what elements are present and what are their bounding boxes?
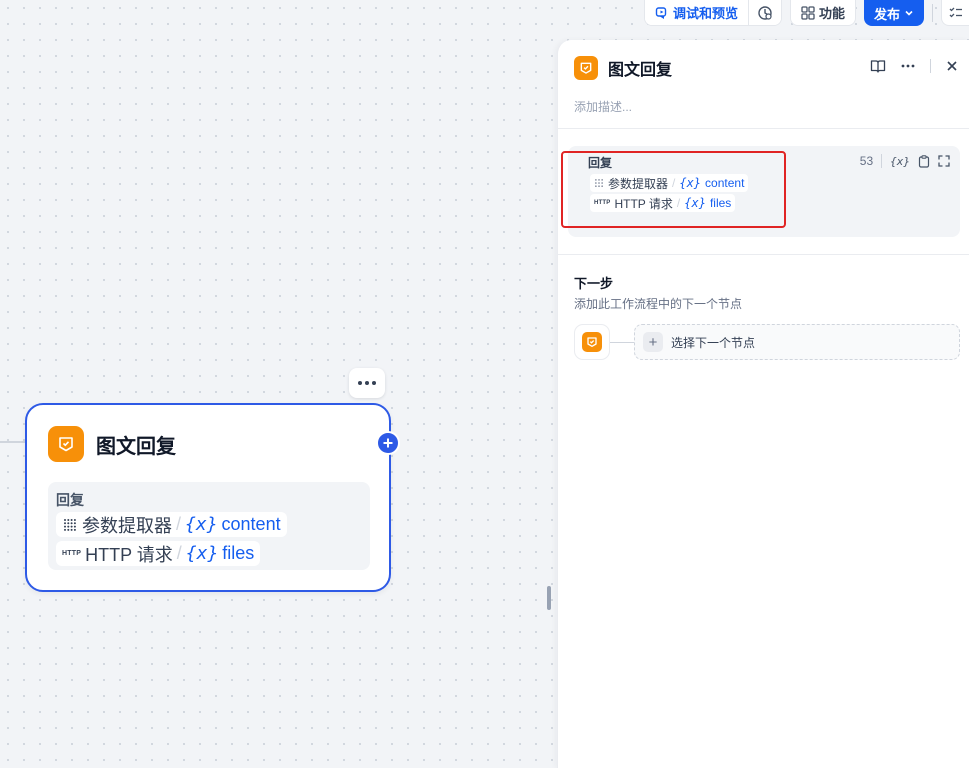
panel-title[interactable]: 图文回复 xyxy=(608,56,672,80)
select-next-label: 选择下一个节点 xyxy=(671,335,756,350)
incoming-edge xyxy=(0,441,25,443)
parameter-extractor-icon xyxy=(595,179,603,187)
answer-node[interactable]: 图文回复 回复 参数提取器 / {x} content HTTP HTTP 请求… xyxy=(25,403,391,592)
more-icon[interactable] xyxy=(900,58,916,74)
var-source: HTTP 请求 xyxy=(85,544,173,565)
reply-toolbar: 53 {x} xyxy=(860,154,950,168)
next-step-title: 下一步 xyxy=(574,276,614,291)
variable-icon: {x} xyxy=(684,196,706,210)
var-separator: / xyxy=(672,176,676,190)
http-icon: HTTP xyxy=(594,200,611,206)
node-header: 图文回复 xyxy=(48,426,176,462)
char-count: 53 xyxy=(859,154,874,168)
node-more-button[interactable] xyxy=(349,368,385,398)
var-name: content xyxy=(221,514,281,534)
more-dot-icon xyxy=(372,381,376,385)
expand-icon[interactable] xyxy=(938,155,950,167)
chevron-down-icon xyxy=(905,10,913,16)
variable-icon: {x} xyxy=(679,176,702,190)
insert-variable-icon[interactable]: {x} xyxy=(890,155,910,168)
var-separator: / xyxy=(176,543,182,563)
node-title: 图文回复 xyxy=(96,435,176,458)
current-node-badge xyxy=(574,324,610,360)
connector-line xyxy=(610,341,634,343)
book-icon[interactable] xyxy=(870,58,886,74)
node-var-row: 参数提取器 / {x} content xyxy=(56,512,362,541)
var-chip: HTTP HTTP 请求 / {x} files xyxy=(56,541,261,566)
publish-button[interactable]: 发布 xyxy=(863,0,924,26)
var-chip: HTTP HTTP 请求 / {x} files xyxy=(590,194,736,212)
panel-resize-handle[interactable] xyxy=(547,586,551,610)
http-icon: HTTP xyxy=(62,550,82,557)
plus-icon xyxy=(383,438,393,448)
var-separator: / xyxy=(676,196,681,210)
panel-header: 图文回复 xyxy=(574,56,672,80)
var-chip: 参数提取器 / {x} content xyxy=(56,512,287,537)
node-config-panel: 图文回复 添加描述... 回复 53 {x} 参数提取器 / {x} conte… xyxy=(557,40,969,768)
reply-label: 回复 xyxy=(588,156,613,170)
debug-preview-button[interactable]: 调试和预览 xyxy=(644,0,748,25)
var-chip: 参数提取器 / {x} content xyxy=(590,174,749,192)
select-next-node-button[interactable]: + 选择下一个节点 xyxy=(634,324,960,360)
grid-icon xyxy=(801,5,815,20)
reply-var-row: 参数提取器 / {x} content xyxy=(590,174,749,194)
actions-divider xyxy=(930,59,931,73)
publish-label: 发布 xyxy=(873,6,900,22)
answer-node-icon xyxy=(48,426,84,462)
reply-var-row: HTTP HTTP 请求 / {x} files xyxy=(590,194,748,214)
clock-check-icon xyxy=(758,5,772,20)
var-source: HTTP 请求 xyxy=(614,196,673,211)
answer-node-icon xyxy=(582,332,602,352)
more-dot-icon xyxy=(365,381,369,385)
next-step-description: 添加此工作流程中的下一个节点 xyxy=(574,297,743,311)
next-step-row: + 选择下一个节点 xyxy=(574,324,960,360)
add-next-node-handle[interactable] xyxy=(376,431,400,455)
debug-group: 调试和预览 xyxy=(643,0,782,26)
plus-icon: + xyxy=(643,332,663,352)
checklist-toggle[interactable] xyxy=(941,0,969,26)
divider xyxy=(558,128,969,129)
features-label: 功能 xyxy=(818,6,845,21)
node-var-row: HTTP HTTP 请求 / {x} files xyxy=(56,541,362,570)
debug-preview-label: 调试和预览 xyxy=(672,6,738,21)
tools-divider xyxy=(881,154,883,168)
var-name: files xyxy=(222,543,255,563)
description-input[interactable]: 添加描述... xyxy=(574,98,632,115)
top-toolbar: 调试和预览 功能 发布 xyxy=(643,0,969,26)
features-button[interactable]: 功能 xyxy=(790,0,855,25)
close-icon[interactable] xyxy=(945,59,959,73)
variable-icon: {x} xyxy=(185,543,219,564)
toolbar-divider xyxy=(932,4,933,22)
var-name: content xyxy=(705,176,745,190)
var-name: files xyxy=(709,196,732,210)
reply-vars: 参数提取器 / {x} content HTTP HTTP 请求 / {x} f… xyxy=(590,174,749,214)
var-separator: / xyxy=(176,514,182,534)
var-source: 参数提取器 xyxy=(82,515,172,536)
checklist-button[interactable] xyxy=(747,0,781,25)
panel-actions xyxy=(870,58,959,74)
node-reply-label: 回复 xyxy=(56,492,84,508)
parameter-extractor-icon xyxy=(64,518,76,531)
divider xyxy=(558,254,969,255)
var-source: 参数提取器 xyxy=(608,176,669,191)
features-group: 功能 xyxy=(789,0,856,26)
answer-node-icon xyxy=(574,56,598,80)
more-dot-icon xyxy=(358,381,362,385)
node-reply-preview: 回复 参数提取器 / {x} content HTTP HTTP 请求 / {x… xyxy=(48,482,370,570)
debug-play-icon xyxy=(655,6,667,19)
copy-icon[interactable] xyxy=(918,154,930,168)
reply-editor[interactable]: 回复 53 {x} 参数提取器 / {x} content HTTP HTTP … xyxy=(568,146,960,237)
list-check-icon xyxy=(949,7,962,17)
variable-icon: {x} xyxy=(185,514,218,535)
